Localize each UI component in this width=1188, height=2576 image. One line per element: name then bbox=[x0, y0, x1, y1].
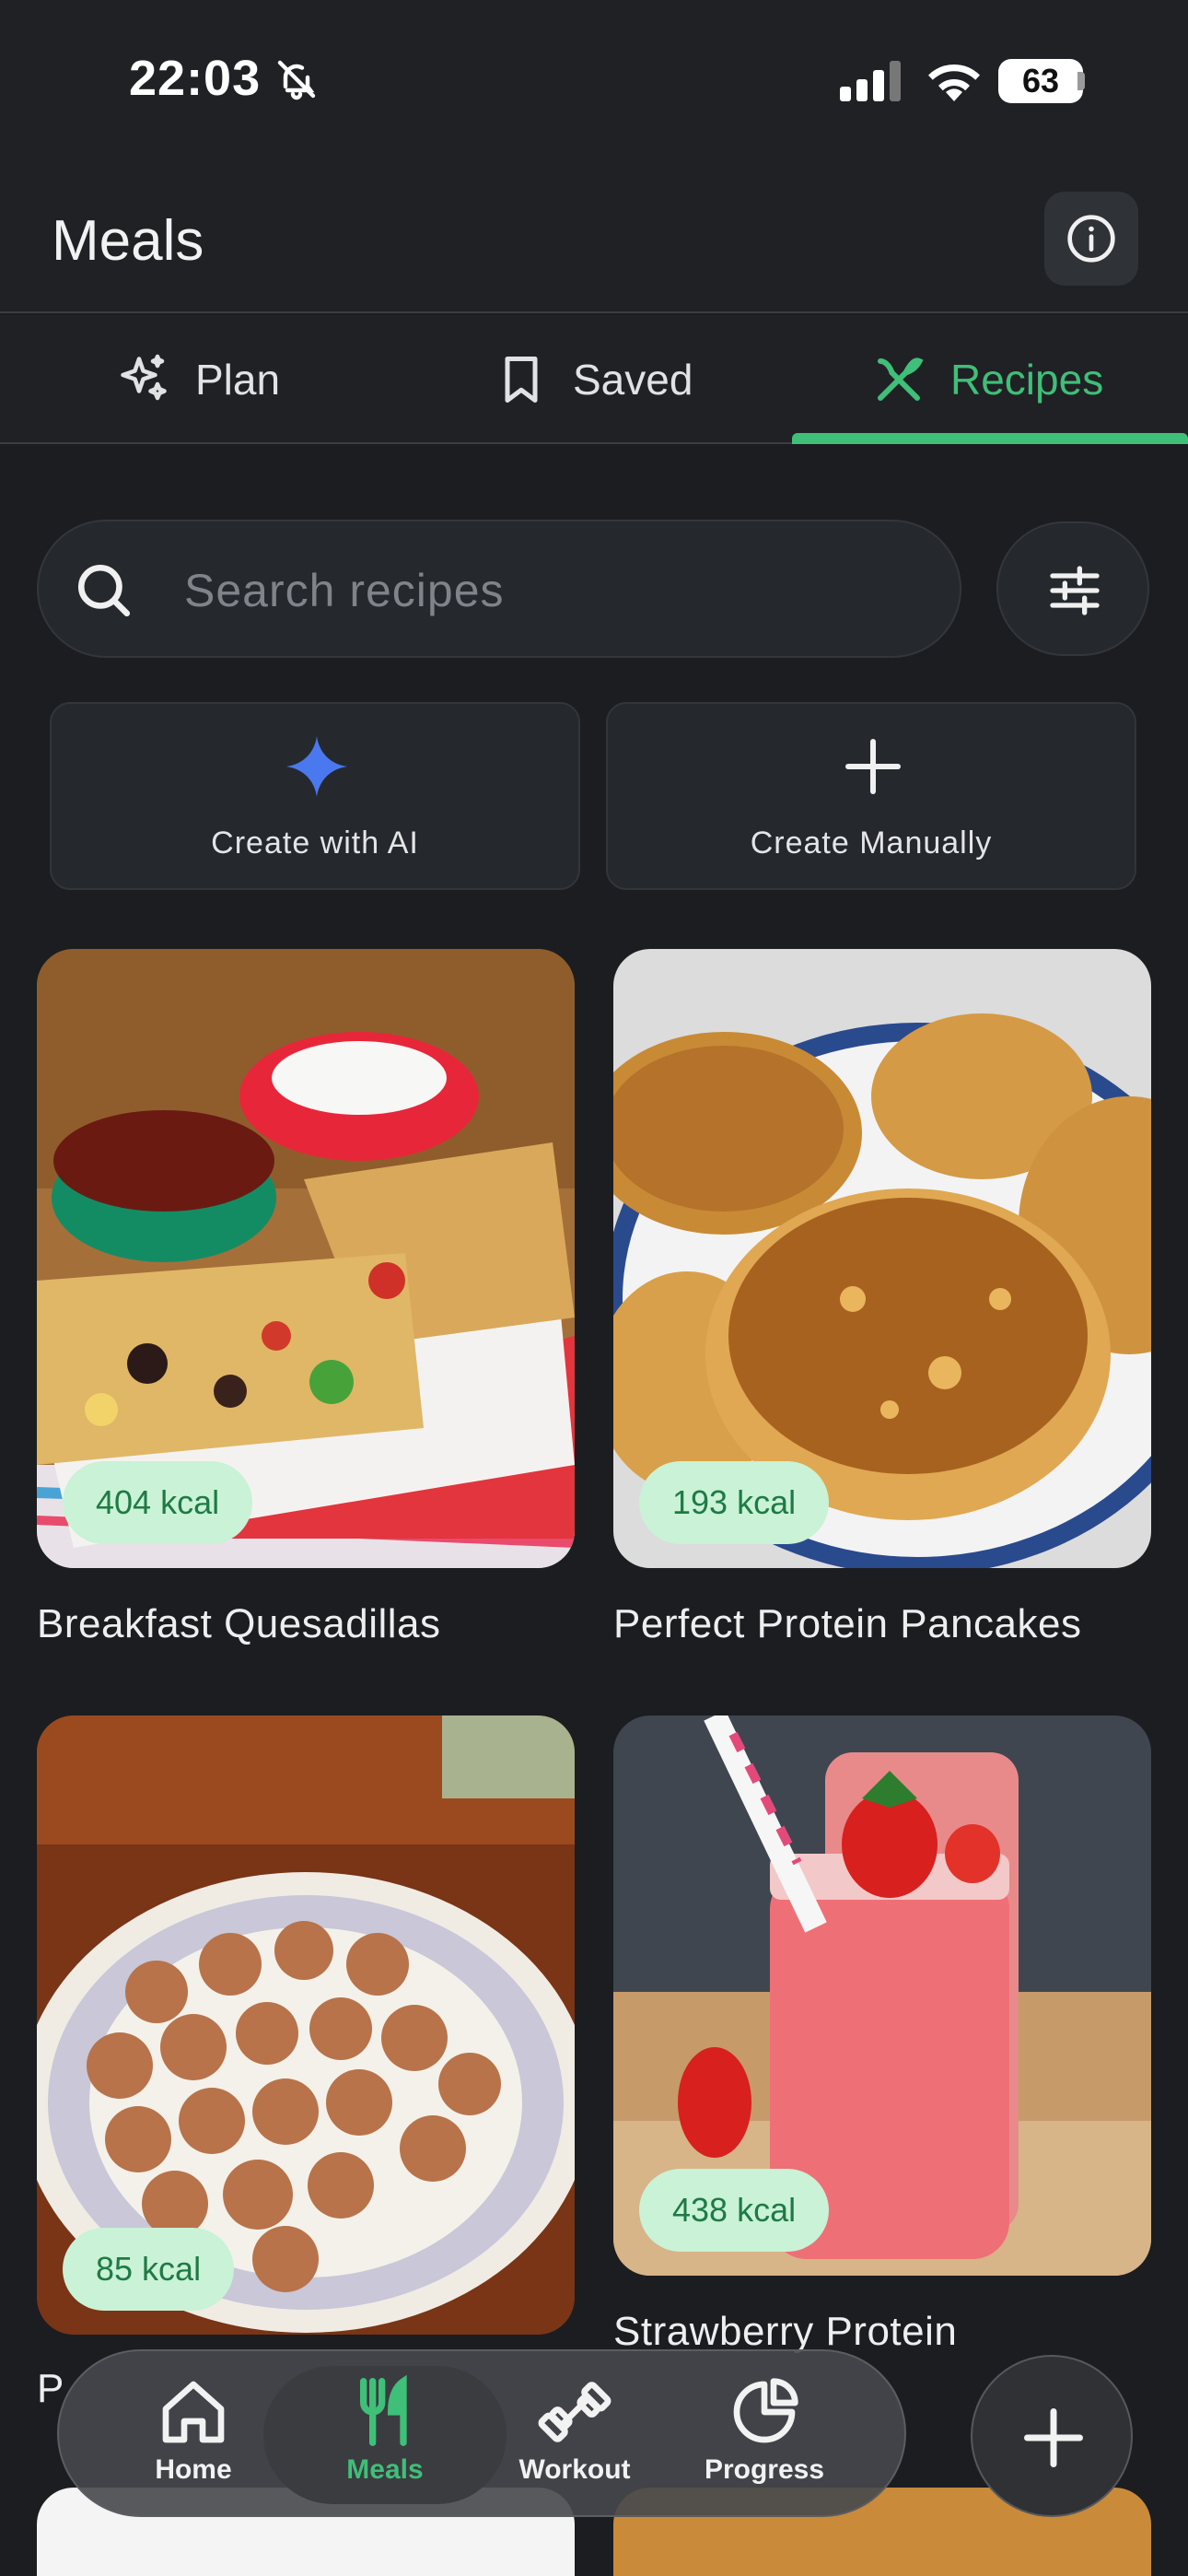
nav-home[interactable]: Home bbox=[101, 2375, 285, 2504]
nav-meals[interactable]: Meals bbox=[293, 2375, 477, 2504]
add-button[interactable] bbox=[971, 2355, 1133, 2517]
nav-home-label: Home bbox=[155, 2454, 232, 2485]
wifi-icon bbox=[928, 64, 980, 101]
tab-bar: Plan Saved Recipes bbox=[0, 315, 1188, 444]
nav-workout-label: Workout bbox=[518, 2454, 631, 2485]
nav-workout[interactable]: Workout bbox=[483, 2375, 667, 2504]
plus-icon bbox=[1024, 2408, 1083, 2467]
recipe-card[interactable]: 404 kcal Breakfast Quesadillas bbox=[37, 949, 575, 1668]
search-input[interactable] bbox=[184, 549, 921, 632]
kcal-badge: 85 kcal bbox=[63, 2228, 235, 2311]
recipe-title: Strawberry Protein bbox=[613, 2309, 958, 2354]
app-header: Meals bbox=[0, 157, 1188, 313]
search-icon bbox=[77, 564, 131, 617]
pie-chart-icon bbox=[733, 2378, 798, 2443]
create-manually-label: Create Manually bbox=[750, 825, 993, 861]
sliders-icon bbox=[1050, 566, 1100, 615]
create-with-ai-label: Create with AI bbox=[211, 825, 419, 861]
tab-saved[interactable]: Saved bbox=[494, 315, 693, 444]
sparkles-icon bbox=[121, 354, 167, 401]
recipe-card[interactable]: 85 kcal P bbox=[37, 1715, 575, 2416]
battery-cap bbox=[1077, 72, 1085, 90]
nav-progress[interactable]: Progress bbox=[672, 2375, 856, 2504]
kcal-badge: 193 kcal bbox=[639, 1461, 830, 1544]
create-with-ai-button[interactable]: Create with AI bbox=[50, 702, 580, 890]
nav-meals-label: Meals bbox=[346, 2454, 424, 2485]
kcal-badge: 438 kcal bbox=[639, 2169, 830, 2252]
battery-indicator: 63 bbox=[998, 59, 1083, 103]
cellular-signal-icon bbox=[840, 61, 901, 101]
utensils-icon bbox=[878, 357, 924, 401]
tab-plan[interactable]: Plan bbox=[116, 315, 280, 444]
dumbbell-icon bbox=[538, 2382, 611, 2442]
recipe-title: Breakfast Quesadillas bbox=[37, 1601, 441, 1646]
plus-icon bbox=[845, 739, 901, 794]
recipe-title: Perfect Protein Pancakes bbox=[613, 1601, 1082, 1646]
page-title: Meals bbox=[52, 209, 204, 273]
fork-knife-icon bbox=[360, 2375, 407, 2446]
filter-button[interactable] bbox=[996, 521, 1149, 656]
info-icon bbox=[1067, 215, 1115, 263]
tab-saved-label: Saved bbox=[573, 356, 693, 404]
search-bar[interactable] bbox=[37, 520, 961, 658]
recipe-title: P bbox=[37, 2366, 64, 2411]
nav-progress-label: Progress bbox=[704, 2454, 825, 2485]
tab-plan-label: Plan bbox=[195, 356, 281, 404]
bookmark-icon bbox=[505, 357, 538, 403]
create-manually-button[interactable]: Create Manually bbox=[606, 702, 1136, 890]
status-bar: 22:03 63 bbox=[0, 0, 1188, 157]
home-icon bbox=[162, 2381, 225, 2443]
info-button[interactable] bbox=[1044, 192, 1138, 286]
recipe-card[interactable]: 438 kcal Strawberry Protein bbox=[613, 1715, 1151, 2360]
tab-recipes[interactable]: Recipes bbox=[871, 315, 1103, 444]
tab-recipes-label: Recipes bbox=[950, 356, 1104, 404]
ai-sparkle-icon bbox=[286, 736, 347, 797]
bell-muted-icon bbox=[277, 60, 316, 100]
recipe-card[interactable]: 193 kcal Perfect Protein Pancakes bbox=[613, 949, 1151, 1668]
status-time: 22:03 bbox=[129, 51, 262, 106]
kcal-badge: 404 kcal bbox=[63, 1461, 253, 1544]
active-tab-indicator bbox=[792, 433, 1188, 444]
bottom-nav: Home Meals Workout Progress bbox=[57, 2349, 906, 2517]
